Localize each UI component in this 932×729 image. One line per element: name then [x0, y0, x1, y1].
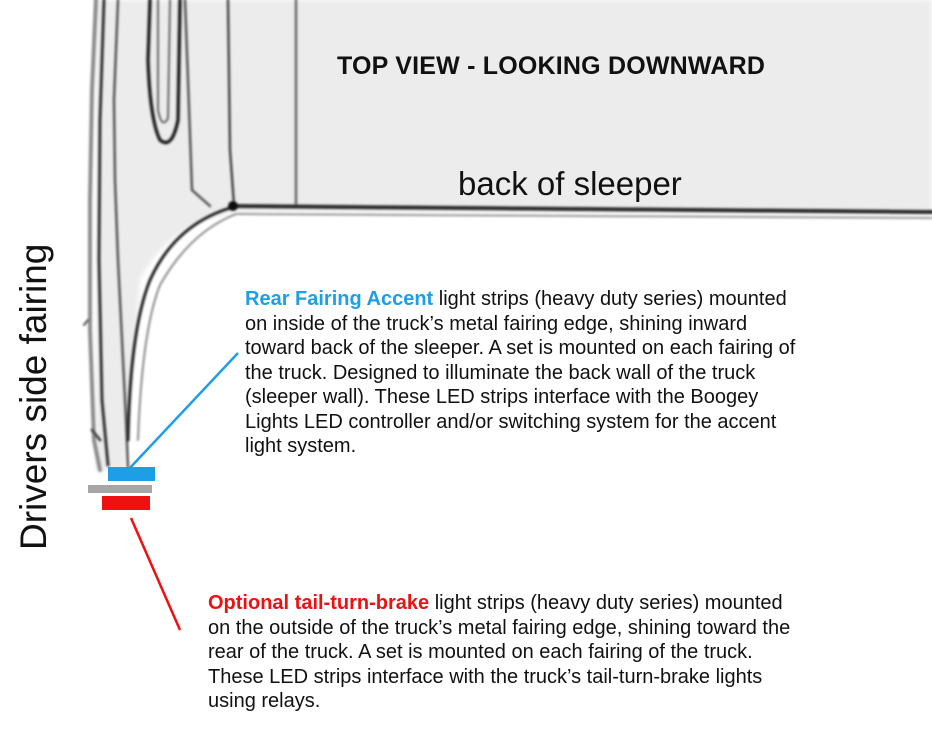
accent-callout-line: light system. [245, 435, 357, 457]
accent-keyword: Rear Fairing Accent [245, 288, 434, 310]
accent-leader-line [127, 352, 239, 471]
diagram-title: TOP VIEW - LOOKING DOWNWARD [337, 52, 766, 80]
drivers-side-fairing-label: Drivers side fairing [13, 243, 54, 550]
accent-callout-text: Rear Fairing Accent light strips (heavy … [245, 287, 932, 459]
accent-callout-line: the truck. Designed to illuminate the ba… [245, 361, 756, 384]
ttb-callout-line: using relays. [208, 690, 321, 712]
ttb-callout-line: Optional tail-turn-brake light strips (h… [208, 592, 783, 614]
ttb-callout-text: Optional tail-turn-brake light strips (h… [208, 591, 928, 714]
ttb-callout-line: rear of the truck. A set is mounted on e… [208, 641, 753, 663]
fairing-edge-strip [88, 485, 152, 493]
accent-callout-line: (sleeper wall). These LED strips interfa… [245, 386, 759, 408]
back-of-sleeper-label: back of sleeper [458, 165, 682, 202]
ttb-leader-line [129, 517, 182, 631]
accent-callout-line: toward back of the sleeper. A set is mou… [245, 337, 796, 359]
ttb-callout-line: on the outside of the truck’s metal fair… [208, 616, 791, 639]
accent-callout-line: on inside of the truck’s metal fairing e… [245, 312, 748, 335]
ttb-light-strip [102, 496, 150, 510]
ttb-callout-line: These LED strips interface with the truc… [208, 665, 763, 688]
ttb-keyword: Optional tail-turn-brake [208, 592, 430, 614]
accent-callout-line: Lights LED controller and/or switching s… [245, 410, 777, 433]
accent-callout-line: Rear Fairing Accent light strips (heavy … [245, 288, 787, 310]
accent-light-strip [108, 467, 155, 481]
